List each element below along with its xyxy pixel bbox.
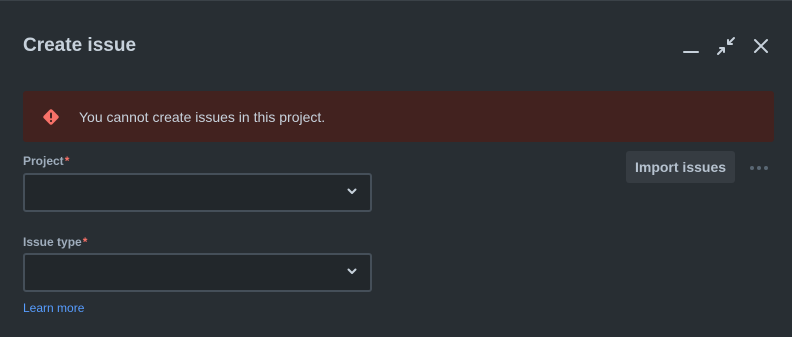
project-label: Project* [23,154,69,168]
more-actions-button[interactable] [745,156,773,178]
error-message: You cannot create issues in this project… [79,108,326,125]
collapse-icon [716,36,736,56]
project-label-text: Project [23,154,64,168]
close-button[interactable] [750,35,772,57]
close-icon [752,37,770,55]
error-banner: You cannot create issues in this project… [23,91,774,142]
collapse-button[interactable] [715,35,737,57]
issue-type-label-text: Issue type [23,235,82,249]
more-icon [749,158,769,176]
required-marker: * [64,154,70,168]
project-select[interactable] [23,173,372,212]
dialog-title: Create issue [23,35,137,56]
import-issues-button[interactable]: Import issues [626,151,735,183]
chevron-down-icon [346,184,358,202]
required-marker: * [82,235,88,249]
chevron-down-icon [346,264,358,282]
error-icon [41,107,61,127]
create-issue-dialog: Create issue You cannot create issues in… [0,0,792,337]
learn-more-link[interactable]: Learn more [23,301,84,315]
issue-type-select[interactable] [23,253,372,292]
minimize-button[interactable] [680,35,702,57]
issue-type-label: Issue type* [23,235,87,249]
minimize-icon [682,37,700,55]
